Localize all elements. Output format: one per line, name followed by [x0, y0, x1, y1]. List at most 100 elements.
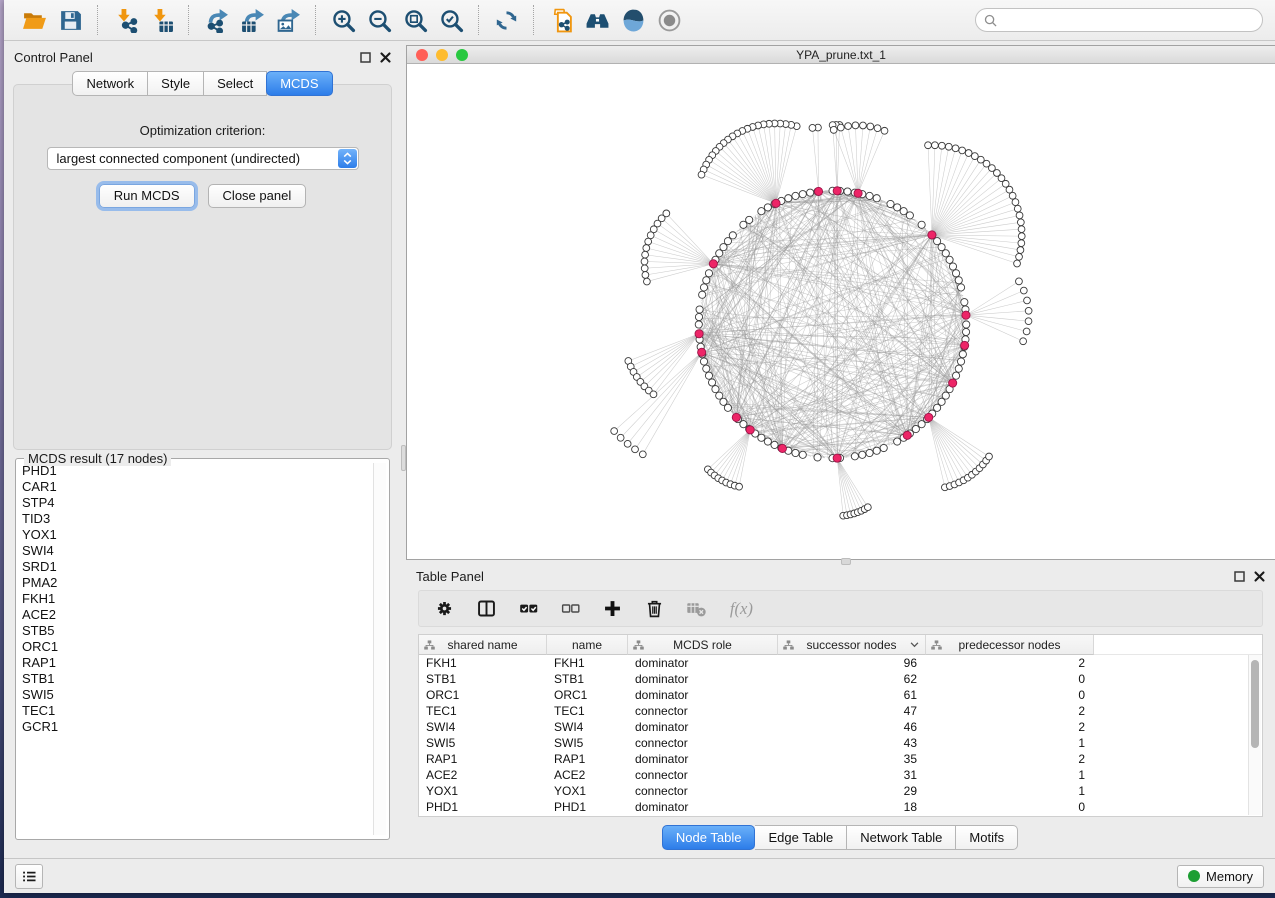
refresh-button[interactable] [488, 5, 524, 36]
gear-button[interactable] [434, 598, 455, 619]
result-item[interactable]: SRD1 [20, 559, 372, 575]
column-header-successor-nodes[interactable]: successor nodes [778, 635, 926, 655]
zoom-selected-button[interactable] [433, 5, 469, 36]
zoom-out-button[interactable] [361, 5, 397, 36]
attribute-type-icon [424, 640, 435, 650]
cell-shared-name: STB1 [419, 672, 547, 686]
table-row[interactable]: STB1STB1dominator620 [419, 671, 1262, 687]
table-row[interactable]: TEC1TEC1connector472 [419, 703, 1262, 719]
zoom-fit-icon [403, 8, 428, 33]
result-item[interactable]: ORC1 [20, 639, 372, 655]
splitter-grip[interactable] [401, 445, 406, 471]
result-item[interactable]: ACE2 [20, 607, 372, 623]
network-canvas[interactable] [407, 64, 1275, 559]
search-input[interactable] [1002, 13, 1254, 27]
network-window-titlebar[interactable]: YPA_prune.txt_1 [407, 46, 1275, 64]
vizmapper-button[interactable] [615, 5, 651, 36]
close-panel-icon[interactable] [1254, 571, 1265, 582]
delete-button[interactable] [644, 598, 665, 619]
task-history-button[interactable] [15, 864, 43, 889]
table-tabs: Node TableEdge TableNetwork TableMotifs [406, 817, 1275, 858]
column-header-shared-name[interactable]: shared name [419, 635, 547, 655]
table-row[interactable]: SWI5SWI5connector431 [419, 735, 1262, 751]
tab-node-table[interactable]: Node Table [662, 825, 756, 850]
result-item[interactable]: YOX1 [20, 527, 372, 543]
memory-button[interactable]: Memory [1177, 865, 1264, 888]
result-item[interactable]: PHD1 [20, 463, 372, 479]
float-panel-icon[interactable] [360, 52, 371, 63]
close-window-button[interactable] [416, 49, 428, 61]
table-row[interactable]: PHD1PHD1dominator180 [419, 799, 1262, 815]
control-panel-title: Control Panel [14, 50, 93, 65]
zoom-fit-button[interactable] [397, 5, 433, 36]
import-table-button[interactable] [143, 5, 179, 36]
result-item[interactable]: PMA2 [20, 575, 372, 591]
cell-predecessor-nodes: 0 [926, 800, 1094, 814]
select-all-button[interactable] [518, 598, 539, 619]
maximize-window-button[interactable] [456, 49, 468, 61]
search-box[interactable] [975, 8, 1263, 32]
mcds-result-list[interactable]: PHD1CAR1STP4TID3YOX1SWI4SRD1PMA2FKH1ACE2… [20, 463, 372, 835]
export-image-button[interactable] [270, 5, 306, 36]
tab-select[interactable]: Select [204, 71, 267, 96]
close-panel-icon[interactable] [380, 52, 391, 63]
table-row[interactable]: RAP1RAP1dominator352 [419, 751, 1262, 767]
cell-predecessor-nodes: 1 [926, 736, 1094, 750]
column-header-MCDS-role[interactable]: MCDS role [628, 635, 778, 655]
add-button[interactable] [602, 598, 623, 619]
table-row[interactable]: ORC1ORC1dominator610 [419, 687, 1262, 703]
result-item[interactable]: STP4 [20, 495, 372, 511]
scrollbar-thumb[interactable] [1251, 660, 1259, 748]
horizontal-splitter[interactable] [406, 560, 1275, 564]
result-item[interactable]: STB5 [20, 623, 372, 639]
cell-shared-name: YOX1 [419, 784, 547, 798]
result-item[interactable]: STB1 [20, 671, 372, 687]
table-scrollbar[interactable] [1248, 655, 1261, 815]
table-row[interactable]: ACE2ACE2connector311 [419, 767, 1262, 783]
cell-shared-name: ACE2 [419, 768, 547, 782]
table-row[interactable]: YOX1YOX1connector291 [419, 783, 1262, 799]
close-panel-button[interactable]: Close panel [208, 184, 307, 208]
deselect-all-button[interactable] [560, 598, 581, 619]
columns-button[interactable] [476, 598, 497, 619]
cell-name: RAP1 [547, 752, 628, 766]
function-icon: f(x) [728, 598, 758, 619]
export-network-button[interactable] [198, 5, 234, 36]
table-row[interactable]: SWI4SWI4dominator462 [419, 719, 1262, 735]
vertical-splitter[interactable] [401, 45, 406, 858]
result-item[interactable]: TID3 [20, 511, 372, 527]
result-item[interactable]: RAP1 [20, 655, 372, 671]
tab-motifs[interactable]: Motifs [956, 825, 1018, 850]
result-item[interactable]: TEC1 [20, 703, 372, 719]
column-header-name[interactable]: name [547, 635, 628, 655]
result-item[interactable]: SWI4 [20, 543, 372, 559]
zoom-in-button[interactable] [325, 5, 361, 36]
result-item[interactable]: FKH1 [20, 591, 372, 607]
result-item[interactable]: CAR1 [20, 479, 372, 495]
tab-edge-table[interactable]: Edge Table [755, 825, 847, 850]
result-item[interactable]: GCR1 [20, 719, 372, 735]
search-network-button[interactable] [579, 5, 615, 36]
export-table-button[interactable] [234, 5, 270, 36]
tab-mcds[interactable]: MCDS [266, 71, 332, 96]
result-scrollbar[interactable] [373, 463, 386, 835]
document-share-button[interactable] [543, 5, 579, 36]
save-button[interactable] [52, 5, 88, 36]
import-network-button[interactable] [107, 5, 143, 36]
open-button[interactable] [16, 5, 52, 36]
network-graph[interactable] [407, 64, 1275, 559]
tab-network[interactable]: Network [72, 71, 148, 96]
splitter-grip[interactable] [841, 558, 851, 565]
criterion-dropdown[interactable]: largest connected component (undirected) [47, 147, 359, 170]
column-header-predecessor-nodes[interactable]: predecessor nodes [926, 635, 1094, 655]
run-mcds-button[interactable]: Run MCDS [99, 184, 195, 208]
minimize-window-button[interactable] [436, 49, 448, 61]
tab-network-table[interactable]: Network Table [847, 825, 956, 850]
float-panel-icon[interactable] [1234, 571, 1245, 582]
save-icon [58, 8, 83, 33]
tab-style[interactable]: Style [148, 71, 204, 96]
table-row[interactable]: FKH1FKH1dominator962 [419, 655, 1262, 671]
cell-MCDS-role: dominator [628, 688, 778, 702]
cell-shared-name: PHD1 [419, 800, 547, 814]
result-item[interactable]: SWI5 [20, 687, 372, 703]
